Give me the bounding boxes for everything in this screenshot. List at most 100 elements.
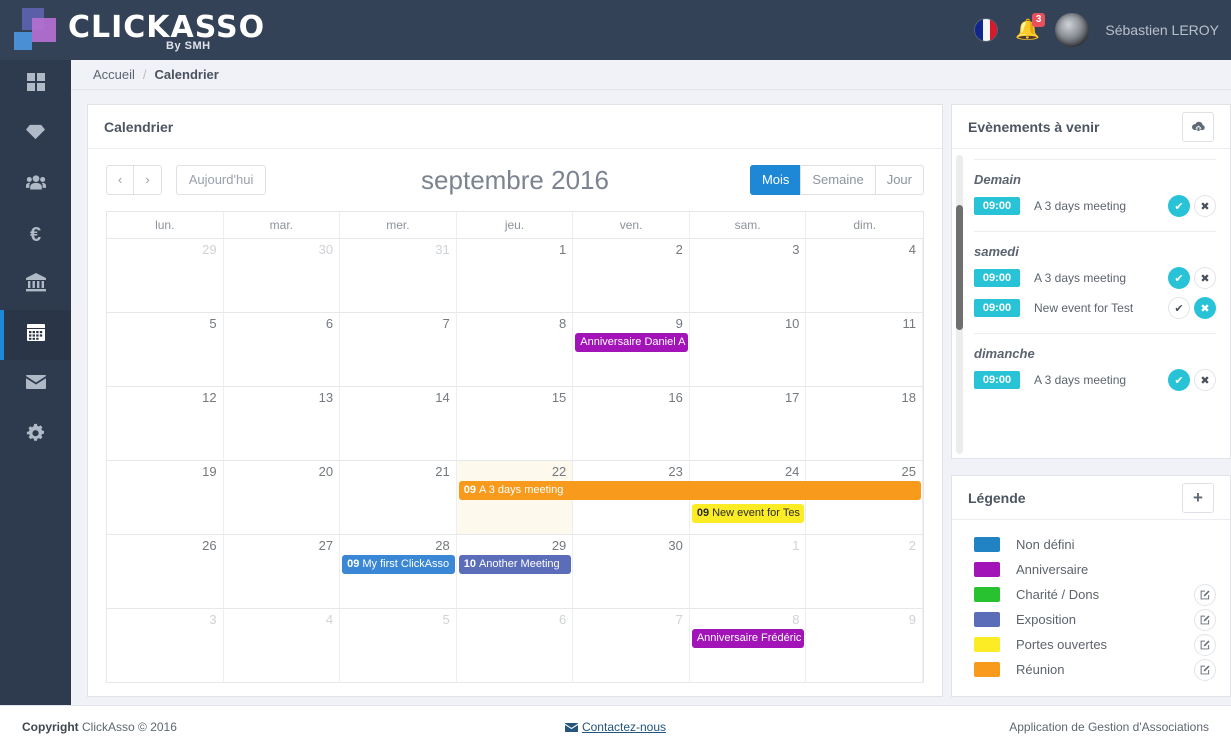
- sidebar-item-membership[interactable]: [0, 110, 71, 160]
- calendar-day-cell[interactable]: 3: [689, 239, 807, 313]
- calendar-day-cell[interactable]: 8: [456, 313, 574, 387]
- calendar-event[interactable]: 09 A 3 days meeting: [458, 481, 921, 500]
- calendar-day-cell[interactable]: 3: [107, 609, 224, 683]
- sidebar-item-bank[interactable]: [0, 260, 71, 310]
- calendar-nav-group: ‹ ›: [106, 165, 162, 195]
- add-legend-button[interactable]: +: [1182, 482, 1214, 513]
- euro-icon: €: [29, 223, 42, 246]
- calendar-day-cell[interactable]: 19: [107, 461, 224, 535]
- brand-area[interactable]: CLICKASSO By SMH: [0, 0, 264, 60]
- calendar-day-cell[interactable]: 1: [456, 239, 574, 313]
- calendar-day-cell[interactable]: 30: [223, 239, 341, 313]
- calendar-view-mois[interactable]: Mois: [749, 165, 802, 195]
- check-icon[interactable]: ✔: [1168, 369, 1190, 391]
- notifications-button[interactable]: 🔔 3: [1013, 13, 1046, 45]
- calendar-day-number: 2: [675, 242, 683, 257]
- calendar-day-cell[interactable]: 31: [340, 239, 457, 313]
- calendar-day-cell[interactable]: 4: [806, 239, 923, 313]
- calendar-day-cell[interactable]: 21: [340, 461, 457, 535]
- calendar-day-cell[interactable]: 29: [107, 239, 224, 313]
- calendar-day-cell[interactable]: 7: [573, 609, 690, 683]
- calendar-day-number: 11: [902, 316, 916, 331]
- calendar-day-cell[interactable]: 30: [573, 535, 690, 609]
- calendar-day-cell[interactable]: 9: [806, 609, 923, 683]
- cross-icon[interactable]: ✖: [1194, 369, 1216, 391]
- calendar-day-number: 3: [209, 612, 217, 627]
- calendar-day-cell[interactable]: 14: [340, 387, 457, 461]
- avatar[interactable]: [1055, 13, 1090, 47]
- check-icon[interactable]: ✔: [1168, 267, 1190, 289]
- legend-label: Portes ouvertes: [1016, 637, 1108, 652]
- calendar-day-cell[interactable]: 6: [223, 313, 341, 387]
- sidebar-item-settings[interactable]: [0, 410, 71, 460]
- check-icon[interactable]: ✔: [1168, 297, 1190, 319]
- next-month-button[interactable]: ›: [133, 165, 162, 195]
- flag-fr-icon[interactable]: [975, 19, 998, 41]
- sidebar-item-calendar[interactable]: [0, 310, 71, 360]
- calendar-event-time: 09: [463, 484, 476, 496]
- calendar-day-cell[interactable]: 4: [223, 609, 341, 683]
- calendar-event[interactable]: 09 My first ClickAsso: [342, 555, 455, 574]
- calendar-view-jour[interactable]: Jour: [874, 165, 924, 195]
- sidebar-item-dashboard[interactable]: [0, 60, 71, 110]
- edit-icon[interactable]: [1194, 658, 1216, 681]
- legend-color-swatch: [974, 537, 1000, 552]
- calendar-event-title: Anniversaire Frédéric: [696, 632, 802, 644]
- calendar-day-cell[interactable]: 2: [806, 535, 923, 609]
- calendar-event[interactable]: 09 New event for Tes: [691, 504, 805, 523]
- legend-row: Exposition: [974, 607, 1216, 632]
- cross-icon[interactable]: ✖: [1194, 297, 1216, 319]
- calendar-view-switcher: Mois Semaine Jour: [749, 165, 924, 195]
- events-scrollbar-thumb[interactable]: [956, 205, 963, 330]
- cloud-download-icon[interactable]: [1182, 111, 1214, 142]
- calendar-day-cell[interactable]: 1: [689, 535, 807, 609]
- calendar-day-cell[interactable]: 26: [107, 535, 224, 609]
- calendar-day-cell[interactable]: 11: [806, 313, 923, 387]
- calendar-event[interactable]: Anniversaire Frédéric: [691, 629, 805, 648]
- calendar-day-number: 29: [551, 538, 567, 553]
- calendar-day-number: 22: [551, 464, 567, 479]
- gears-icon: [26, 422, 46, 448]
- calendar-day-cell[interactable]: 5: [107, 313, 224, 387]
- sidebar-item-mail[interactable]: [0, 360, 71, 410]
- edit-icon[interactable]: [1194, 633, 1216, 656]
- calendar-day-cell[interactable]: 15: [456, 387, 574, 461]
- cross-icon[interactable]: ✖: [1194, 195, 1216, 217]
- calendar-week-row: 19 20 21 22 23 24 25 09 A 3 days meeting 09 New ev…: [107, 461, 923, 535]
- today-button[interactable]: Aujourd'hui: [175, 165, 267, 195]
- prev-month-button[interactable]: ‹: [106, 165, 135, 195]
- calendar-event[interactable]: 10 Another Meeting: [458, 555, 572, 574]
- calendar-day-cell[interactable]: 5: [340, 609, 457, 683]
- calendar-day-number: 27: [318, 538, 334, 553]
- calendar-day-cell[interactable]: 10: [689, 313, 807, 387]
- calendar-day-cell[interactable]: 13: [223, 387, 341, 461]
- edit-icon[interactable]: [1194, 608, 1216, 631]
- username-label[interactable]: Sébastien LEROY: [1105, 22, 1219, 38]
- calendar-event-time: 09: [696, 507, 710, 519]
- calendar-icon: [26, 322, 46, 348]
- brand-tagline: By SMH: [166, 40, 211, 52]
- cross-icon[interactable]: ✖: [1194, 267, 1216, 289]
- users-icon: [25, 172, 46, 198]
- calendar-day-cell[interactable]: 27: [223, 535, 341, 609]
- grid-icon: [26, 72, 46, 98]
- calendar-day-cell[interactable]: 17: [689, 387, 807, 461]
- edit-icon[interactable]: [1194, 583, 1216, 606]
- check-icon[interactable]: ✔: [1168, 195, 1190, 217]
- breadcrumb-home[interactable]: Accueil: [93, 67, 135, 82]
- calendar-day-cell[interactable]: 2: [573, 239, 690, 313]
- legend-list: Non défini Anniversaire Charité / Dons Expo…: [952, 520, 1230, 682]
- calendar-day-cell[interactable]: 20: [223, 461, 341, 535]
- upcoming-event-title: New event for Test: [1034, 301, 1134, 315]
- calendar-view-semaine[interactable]: Semaine: [800, 165, 876, 195]
- calendar-day-cell[interactable]: 12: [107, 387, 224, 461]
- calendar-event[interactable]: Anniversaire Daniel A: [575, 333, 688, 352]
- calendar-day-cell[interactable]: 18: [806, 387, 923, 461]
- sidebar-item-finance[interactable]: €: [0, 210, 71, 260]
- calendar-day-cell[interactable]: 6: [456, 609, 574, 683]
- calendar-day-cell[interactable]: 7: [340, 313, 457, 387]
- calendar-day-number: 13: [318, 390, 334, 405]
- calendar-day-cell[interactable]: 16: [573, 387, 690, 461]
- calendar-day-number: 18: [901, 390, 916, 405]
- sidebar-item-members[interactable]: [0, 160, 71, 210]
